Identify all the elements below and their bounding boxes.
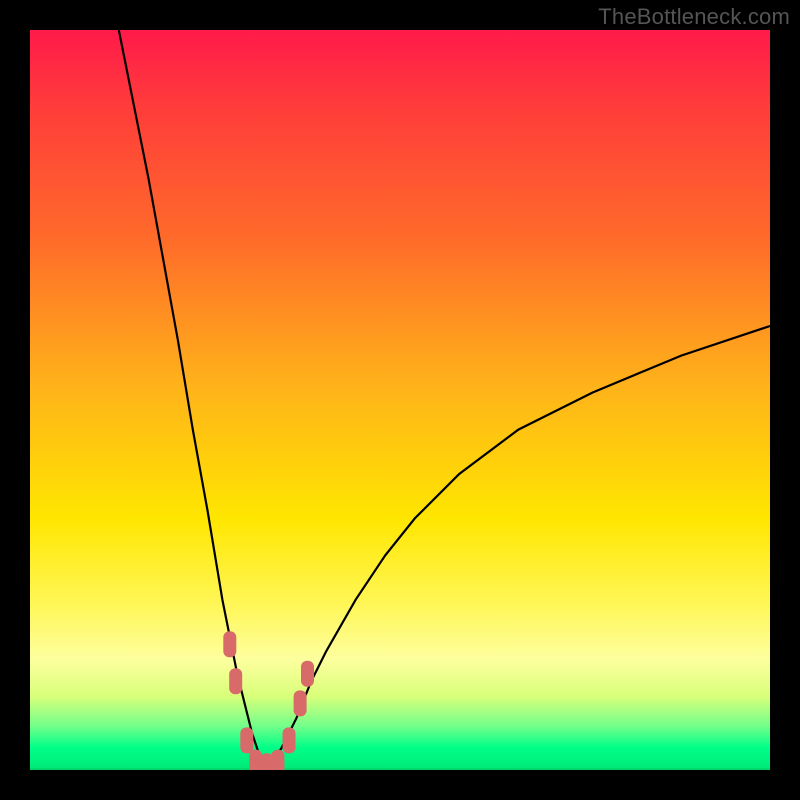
trough-marker — [283, 727, 296, 753]
trough-marker — [249, 750, 262, 770]
trough-markers — [223, 631, 314, 770]
trough-marker — [260, 753, 273, 770]
trough-marker — [271, 750, 284, 770]
curve-left-branch — [119, 30, 267, 770]
trough-marker — [294, 690, 307, 716]
trough-marker — [229, 668, 242, 694]
curve-right-branch — [267, 326, 770, 770]
plot-area — [30, 30, 770, 770]
trough-marker — [223, 631, 236, 657]
trough-marker — [301, 661, 314, 687]
trough-marker — [240, 727, 253, 753]
chart-frame: TheBottleneck.com — [0, 0, 800, 800]
watermark-text: TheBottleneck.com — [598, 4, 790, 30]
curve-overlay — [30, 30, 770, 770]
